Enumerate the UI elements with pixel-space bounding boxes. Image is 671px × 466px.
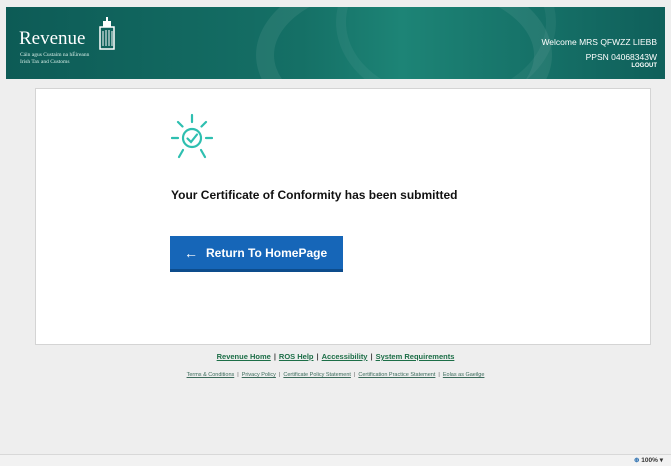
footer-link-certificate-policy[interactable]: Certificate Policy Statement bbox=[283, 372, 351, 378]
confirmation-panel: Your Certificate of Conformity has been … bbox=[35, 88, 651, 345]
logo-subtitle-irish: Cáin agus Custaim na hÉireann bbox=[20, 52, 90, 58]
footer-primary-links: Revenue Home | ROS Help | Accessibility | Syst… bbox=[0, 352, 671, 361]
return-homepage-button[interactable]: ← Return To HomePage bbox=[170, 236, 343, 272]
logo-subtitle-english: Irish Tax and Customs bbox=[20, 59, 70, 65]
submission-message: Your Certificate of Conformity has been … bbox=[171, 188, 458, 202]
footer-separator: | bbox=[353, 372, 356, 378]
footer-link-ros-help[interactable]: ROS Help bbox=[279, 352, 314, 361]
footer-separator: | bbox=[273, 352, 276, 361]
footer-link-terms[interactable]: Terms & Conditions bbox=[187, 372, 235, 378]
zoom-control[interactable]: ⊕ 100% ▾ bbox=[634, 456, 663, 464]
footer-link-privacy[interactable]: Privacy Policy bbox=[242, 372, 276, 378]
success-check-icon bbox=[171, 113, 213, 159]
browser-status-bar: ⊕ 100% ▾ bbox=[0, 454, 671, 466]
footer-secondary-links: Terms & Conditions | Privacy Policy | Certif… bbox=[0, 372, 671, 378]
return-homepage-label: Return To HomePage bbox=[206, 245, 328, 260]
ppsn-text: PPSN 04068343W bbox=[585, 52, 657, 62]
footer-link-accessibility[interactable]: Accessibility bbox=[322, 352, 368, 361]
footer-separator: | bbox=[278, 372, 281, 378]
footer-link-revenue-home[interactable]: Revenue Home bbox=[217, 352, 271, 361]
footer-separator: | bbox=[316, 352, 319, 361]
arrow-left-icon: ← bbox=[184, 244, 198, 261]
footer-link-eolas-gaeilge[interactable]: Eolas as Gaeilge bbox=[443, 372, 485, 378]
footer-link-system-requirements[interactable]: System Requirements bbox=[376, 352, 455, 361]
harp-logo-icon bbox=[99, 17, 115, 50]
footer-link-certification-practice[interactable]: Certification Practice Statement bbox=[358, 372, 435, 378]
zoom-level: 100% bbox=[641, 457, 658, 464]
chevron-down-icon: ▾ bbox=[659, 457, 663, 464]
revenue-logo-title[interactable]: Revenue bbox=[19, 29, 85, 49]
logout-link[interactable]: LOGOUT bbox=[631, 63, 657, 69]
footer-separator: | bbox=[438, 372, 440, 378]
footer-separator: | bbox=[237, 372, 239, 378]
footer-separator: | bbox=[370, 352, 373, 361]
zoom-icon: ⊕ bbox=[634, 457, 640, 464]
header-decoration bbox=[336, 7, 556, 79]
site-header: Revenue Cáin agus Custaim na hÉireann Ir… bbox=[6, 7, 665, 79]
welcome-text: Welcome MRS QFWZZ LIEBB bbox=[541, 37, 657, 47]
